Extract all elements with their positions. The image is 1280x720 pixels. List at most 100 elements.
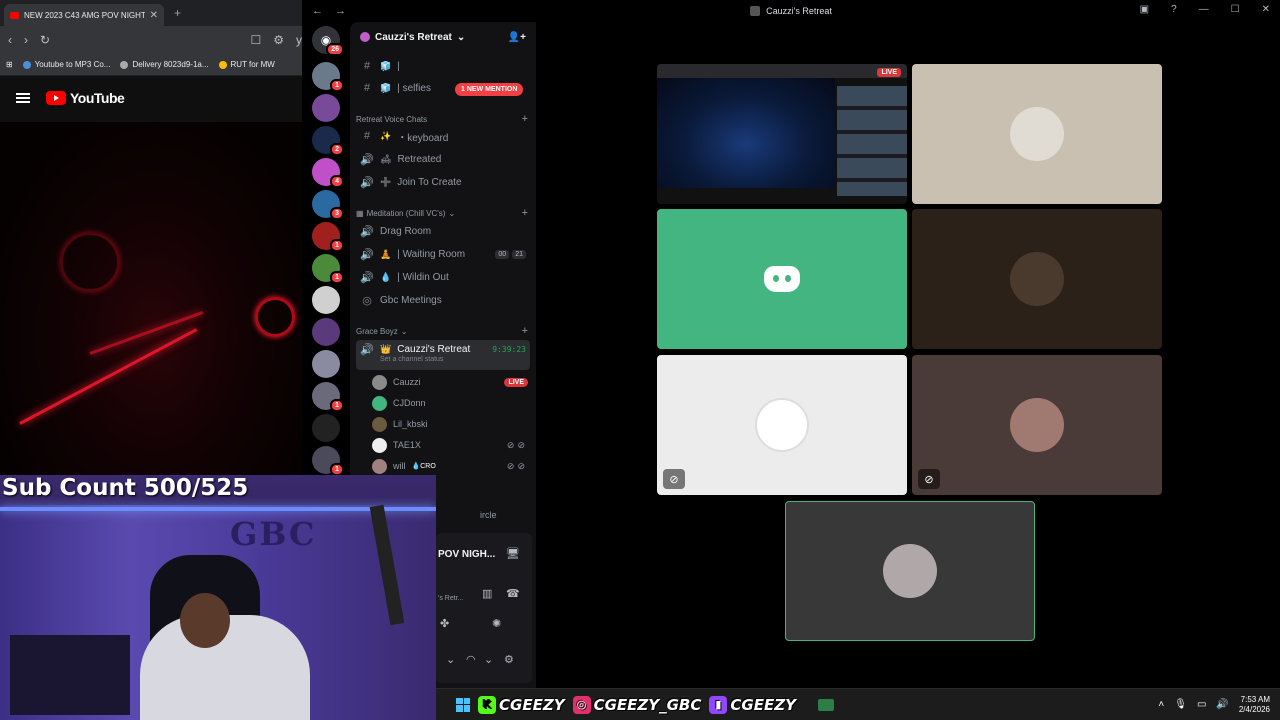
- bookmark-item[interactable]: Youtube to MP3 Co...: [22, 60, 110, 69]
- text-channel[interactable]: # 🧊 |: [356, 56, 530, 76]
- chevron-down-icon: ⌄: [400, 326, 408, 336]
- volume-icon[interactable]: 🔊: [1216, 699, 1228, 710]
- speaker-icon: 🔊: [360, 225, 374, 238]
- system-tray: ˄ 🎙 ▭ 🔊 7:53 AM 2/4/2026: [1158, 695, 1270, 715]
- chevron-up-icon[interactable]: ˄: [1158, 699, 1164, 710]
- site-settings-icon[interactable]: ⚙: [273, 33, 284, 47]
- category-grace-boyz[interactable]: Grace Boyz ⌄ +: [356, 324, 528, 338]
- username: TAE1X: [393, 440, 421, 450]
- add-channel-icon[interactable]: +: [522, 207, 528, 219]
- participant-tile[interactable]: ⊘: [912, 355, 1162, 495]
- apps-icon[interactable]: ⊞: [6, 60, 13, 69]
- server-header[interactable]: Cauzzi's Retreat ⌄ 👤+: [350, 22, 536, 52]
- active-voice-channel[interactable]: 🔊 👑 Cauzzi's Retreat 9:39:23 Set a chann…: [356, 340, 530, 370]
- category-retreat-voice[interactable]: Retreat Voice Chats +: [356, 112, 528, 126]
- voice-channel[interactable]: 🔊 ➕ Join To Create: [356, 172, 530, 192]
- screen-share-icon[interactable]: 🖥: [506, 547, 520, 560]
- windows-taskbar: K CGEEZY ◎ CGEEZY_GBC ▮ CGEEZY ˄ 🎙 ▭ 🔊 7…: [436, 688, 1280, 720]
- server-icon[interactable]: 1: [312, 382, 344, 412]
- video-light-ring: [60, 232, 120, 292]
- close-icon[interactable]: ✕: [1262, 4, 1270, 15]
- display-icon[interactable]: ▭: [1197, 699, 1206, 710]
- voice-channel[interactable]: 🔊 🧘 | Waiting Room 00 21: [356, 244, 530, 264]
- menu-icon[interactable]: [16, 93, 30, 103]
- channel-label: ・keyboard: [397, 132, 449, 144]
- reload-icon[interactable]: ↻: [40, 33, 50, 47]
- server-icon[interactable]: 4: [312, 158, 344, 188]
- sound-wave-icon[interactable]: ▥: [482, 587, 492, 600]
- voice-user[interactable]: Cauzzi LIVE: [372, 372, 528, 392]
- participant-tile[interactable]: [912, 64, 1162, 204]
- server-icon[interactable]: [312, 318, 340, 346]
- avatar: [755, 398, 809, 452]
- server-icon[interactable]: 1: [312, 222, 344, 252]
- server-icon[interactable]: [312, 286, 340, 314]
- chevron-down-icon[interactable]: ⌄: [484, 653, 493, 666]
- direct-messages-button[interactable]: ◉ 26: [312, 26, 344, 56]
- channel-label: Drag Room: [380, 225, 432, 237]
- avatar: [372, 416, 387, 432]
- server-icon[interactable]: [312, 350, 340, 378]
- excel-app-icon[interactable]: [817, 698, 834, 711]
- inbox-icon[interactable]: ▣: [1140, 4, 1149, 15]
- window-title: Cauzzi's Retreat: [302, 6, 1280, 16]
- stage-channel[interactable]: ◎ Gbc Meetings: [356, 290, 530, 310]
- invite-people-icon[interactable]: 👤+: [508, 32, 526, 43]
- category-meditation[interactable]: ▦ Meditation (Chill VC's) ⌄ +: [356, 206, 528, 220]
- server-icon[interactable]: 1: [312, 446, 344, 476]
- browser-tab[interactable]: NEW 2023 C43 AMG POV NIGHT ✕: [4, 4, 164, 26]
- bookmark-item[interactable]: RUT for MW: [218, 60, 275, 69]
- hash-icon: #: [363, 82, 371, 94]
- headphones-icon[interactable]: ◠: [466, 653, 476, 666]
- youtube-logo[interactable]: YouTube: [46, 90, 125, 106]
- settings-gear-icon[interactable]: ⚙: [504, 653, 514, 666]
- bookmark-item[interactable]: Delivery 8023d9-1a...: [120, 60, 209, 69]
- participant-tile[interactable]: [912, 209, 1162, 349]
- server-icon[interactable]: 3: [312, 190, 344, 220]
- browser-window: NEW 2023 C43 AMG POV NIGHT ✕ + ‹ › ↻ ☐ ⚙…: [0, 0, 310, 480]
- text-channel[interactable]: # 🧊 | selfies: [356, 78, 530, 98]
- bookmark-favicon-icon: [22, 60, 31, 69]
- voice-user[interactable]: Lil_kbski: [372, 414, 528, 434]
- voice-user[interactable]: will 💧CRO ⊘⊘: [372, 456, 528, 476]
- voice-channel[interactable]: 🔊 💧 | Wildin Out: [356, 267, 530, 287]
- bookmark-icon[interactable]: ☐: [250, 33, 261, 47]
- disconnect-icon[interactable]: ☎: [506, 587, 520, 600]
- voice-user[interactable]: CJDonn: [372, 393, 528, 413]
- activities-icon[interactable]: ✤: [440, 617, 449, 630]
- back-icon[interactable]: ‹: [8, 33, 12, 47]
- bookmark-label: Delivery 8023d9-1a...: [132, 60, 209, 69]
- windows-start-icon[interactable]: [456, 697, 470, 712]
- microphone-icon[interactable]: 🎙: [1174, 699, 1187, 710]
- server-icon[interactable]: [312, 414, 340, 442]
- help-icon[interactable]: ?: [1171, 4, 1177, 15]
- voice-user[interactable]: TAE1X ⊘⊘: [372, 435, 528, 455]
- participant-tile[interactable]: ⊘: [657, 355, 907, 495]
- close-tab-icon[interactable]: ✕: [150, 10, 158, 21]
- channel-status-placeholder[interactable]: Set a channel status: [380, 356, 443, 363]
- add-channel-icon[interactable]: +: [522, 113, 528, 125]
- voice-channel[interactable]: 🔊 🛋 Retreated: [356, 149, 530, 169]
- maximize-icon[interactable]: ☐: [1231, 4, 1240, 15]
- server-icon[interactable]: [312, 94, 340, 122]
- add-channel-icon[interactable]: +: [522, 325, 528, 337]
- voice-channel[interactable]: 🔊 Drag Room: [356, 221, 530, 241]
- video-player[interactable]: [0, 122, 310, 480]
- server-icon[interactable]: 1: [312, 254, 344, 284]
- minimize-icon[interactable]: —: [1199, 4, 1209, 15]
- server-icon[interactable]: 1: [312, 62, 344, 92]
- screen-share-tile[interactable]: LIVE: [657, 64, 907, 204]
- partial-channel[interactable]: ircle: [480, 505, 528, 525]
- participant-tile-speaking[interactable]: [785, 501, 1035, 641]
- new-tab-icon[interactable]: +: [174, 6, 181, 20]
- voice-channel[interactable]: # ✨ ・keyboard: [356, 126, 530, 146]
- server-icon[interactable]: 2: [312, 126, 344, 156]
- soundboard-icon[interactable]: ✺: [492, 617, 501, 630]
- username: will: [393, 461, 406, 471]
- participant-tile[interactable]: [657, 209, 907, 349]
- forward-icon[interactable]: ›: [24, 33, 28, 47]
- notification-badge: 1: [330, 399, 344, 412]
- chevron-down-icon[interactable]: ⌄: [446, 653, 455, 666]
- address-bar: ‹ › ↻ ☐ ⚙ y: [0, 26, 310, 54]
- clock[interactable]: 7:53 AM 2/4/2026: [1239, 695, 1270, 715]
